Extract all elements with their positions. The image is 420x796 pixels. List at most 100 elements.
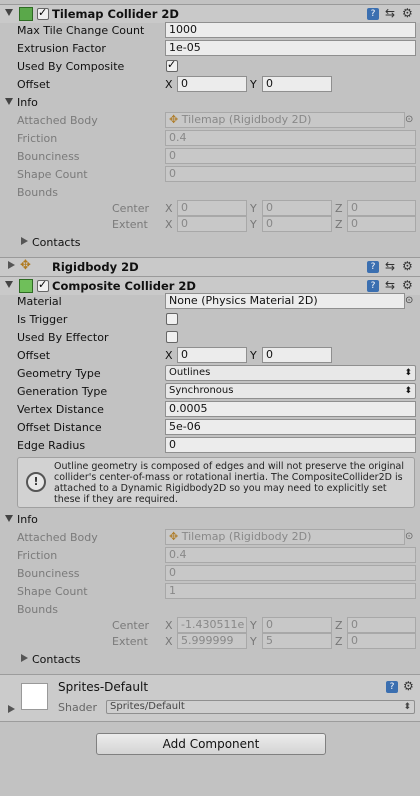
extent-x-field: 0 (177, 216, 247, 232)
attached-body-value: Tilemap (Rigidbody 2D) (181, 530, 312, 543)
add-component-button[interactable]: Add Component (96, 733, 326, 755)
used-by-effector-checkbox[interactable] (166, 331, 178, 343)
field-label: Offset Distance (17, 421, 102, 434)
bounciness-row: Bounciness 0 (0, 148, 420, 166)
component-enabled-checkbox[interactable] (37, 6, 49, 20)
contacts-foldout[interactable]: Contacts (0, 234, 420, 252)
offset-distance-input[interactable]: 5e-06 (165, 419, 416, 435)
attached-body-row: Attached Body ✥ Tilemap (Rigidbody 2D) ⊙ (0, 529, 420, 547)
attached-body-field: ✥ Tilemap (Rigidbody 2D) (165, 112, 405, 128)
x-axis-label: X (165, 349, 173, 362)
gear-icon[interactable]: ⚙ (402, 278, 413, 292)
info-foldout[interactable]: Info (0, 94, 420, 112)
max-tile-change-count-input[interactable]: 1000 (165, 22, 416, 38)
offset-y-input[interactable]: 0 (262, 347, 332, 363)
max-tile-change-count-row: Max Tile Change Count 1000 (0, 22, 420, 40)
rigidbody-icon: ✥ (169, 113, 179, 126)
geometry-type-row: Geometry Type Outlines (0, 365, 420, 383)
attached-body-row: Attached Body ✥ Tilemap (Rigidbody 2D) ⊙ (0, 112, 420, 130)
is-trigger-row: Is Trigger (0, 311, 420, 329)
object-picker-icon[interactable]: ⊙ (405, 531, 413, 542)
contacts-label: Contacts (32, 653, 81, 666)
field-label: Offset (17, 78, 51, 91)
field-label: Shape Count (17, 585, 88, 598)
help-book-icon[interactable]: ? (386, 681, 398, 693)
gear-icon[interactable]: ⚙ (403, 679, 414, 693)
preset-slider-icon[interactable]: ⇆ (385, 278, 395, 292)
y-axis-label: Y (250, 202, 257, 215)
shader-dropdown[interactable]: Sprites/Default (106, 700, 415, 714)
shape-count-row: Shape Count 0 (0, 166, 420, 184)
shape-count-field: 0 (165, 166, 416, 182)
component-title: Tilemap Collider 2D (52, 7, 179, 21)
material-field[interactable]: None (Physics Material 2D) (165, 293, 405, 309)
vertex-distance-input[interactable]: 0.0005 (165, 401, 416, 417)
bounciness-row: Bounciness 0 (0, 565, 420, 583)
material-asset-panel: Sprites-Default Shader Sprites/Default ?… (0, 674, 420, 722)
field-label: Bounciness (17, 150, 80, 163)
preset-slider-icon[interactable]: ⇆ (385, 259, 395, 273)
used-by-composite-checkbox[interactable] (166, 58, 178, 72)
info-label: Info (17, 513, 38, 526)
component-enabled-checkbox[interactable] (37, 278, 49, 292)
foldout-arrow-icon[interactable] (5, 515, 13, 522)
object-picker-icon[interactable]: ⊙ (405, 114, 413, 125)
field-label: Attached Body (17, 114, 98, 127)
generation-type-dropdown[interactable]: Synchronous (165, 383, 416, 399)
rigidbody-header[interactable]: ✥ Rigidbody 2D ? ⇆ ⚙ (0, 257, 420, 276)
field-label: Used By Effector (17, 331, 109, 344)
field-label: Vertex Distance (17, 403, 104, 416)
foldout-arrow-icon[interactable] (8, 261, 15, 269)
z-axis-label: Z (335, 635, 343, 648)
extrusion-factor-row: Extrusion Factor 1e-05 (0, 40, 420, 58)
object-picker-icon[interactable]: ⊙ (405, 295, 413, 306)
field-label: Offset (17, 349, 51, 362)
field-label: Extrusion Factor (17, 42, 106, 55)
field-label: Friction (17, 132, 58, 145)
gear-icon[interactable]: ⚙ (402, 6, 413, 20)
gear-icon[interactable]: ⚙ (402, 259, 413, 273)
field-label: Extent (112, 635, 148, 648)
y-axis-label: Y (250, 619, 257, 632)
tilemap-collider-header[interactable]: Tilemap Collider 2D ? ⇆ ⚙ (0, 4, 420, 23)
offset-x-input[interactable]: 0 (177, 76, 247, 92)
field-label: Attached Body (17, 531, 98, 544)
composite-info-foldout[interactable]: Info (0, 511, 420, 529)
field-label: Shape Count (17, 168, 88, 181)
center-y-field: 0 (262, 617, 332, 633)
attached-body-value: Tilemap (Rigidbody 2D) (181, 113, 312, 126)
is-trigger-checkbox[interactable] (166, 313, 178, 325)
field-label: Edge Radius (17, 439, 86, 452)
edge-radius-input[interactable]: 0 (165, 437, 416, 453)
foldout-arrow-icon[interactable] (5, 281, 13, 288)
contacts-foldout[interactable]: Contacts (0, 651, 420, 669)
field-label: Used By Composite (17, 60, 125, 73)
foldout-arrow-icon[interactable] (5, 98, 13, 105)
z-axis-label: Z (335, 202, 343, 215)
help-book-icon[interactable]: ? (367, 280, 379, 292)
field-label: Max Tile Change Count (17, 24, 145, 37)
foldout-arrow-icon[interactable] (21, 237, 28, 245)
contacts-label: Contacts (32, 236, 81, 249)
field-label: Bounds (17, 603, 58, 616)
extent-row: Extent X 0 Y 0 Z 0 (0, 216, 420, 234)
foldout-arrow-icon[interactable] (21, 654, 28, 662)
foldout-arrow-icon[interactable] (8, 705, 15, 713)
foldout-arrow-icon[interactable] (5, 9, 13, 16)
friction-row: Friction 0.4 (0, 547, 420, 565)
x-axis-label: X (165, 78, 173, 91)
help-book-icon[interactable]: ? (367, 261, 379, 273)
offset-x-input[interactable]: 0 (177, 347, 247, 363)
y-axis-label: Y (250, 218, 257, 231)
field-label: Friction (17, 549, 58, 562)
help-book-icon[interactable]: ? (367, 8, 379, 20)
offset-y-input[interactable]: 0 (262, 76, 332, 92)
inspector-panel: Tilemap Collider 2D ? ⇆ ⚙ Max Tile Chang… (0, 0, 420, 796)
shape-count-field: 1 (165, 583, 416, 599)
y-axis-label: Y (250, 635, 257, 648)
geometry-type-dropdown[interactable]: Outlines (165, 365, 416, 381)
info-icon: ! (26, 472, 46, 492)
extrusion-factor-input[interactable]: 1e-05 (165, 40, 416, 56)
preset-slider-icon[interactable]: ⇆ (385, 6, 395, 20)
x-axis-label: X (165, 619, 173, 632)
